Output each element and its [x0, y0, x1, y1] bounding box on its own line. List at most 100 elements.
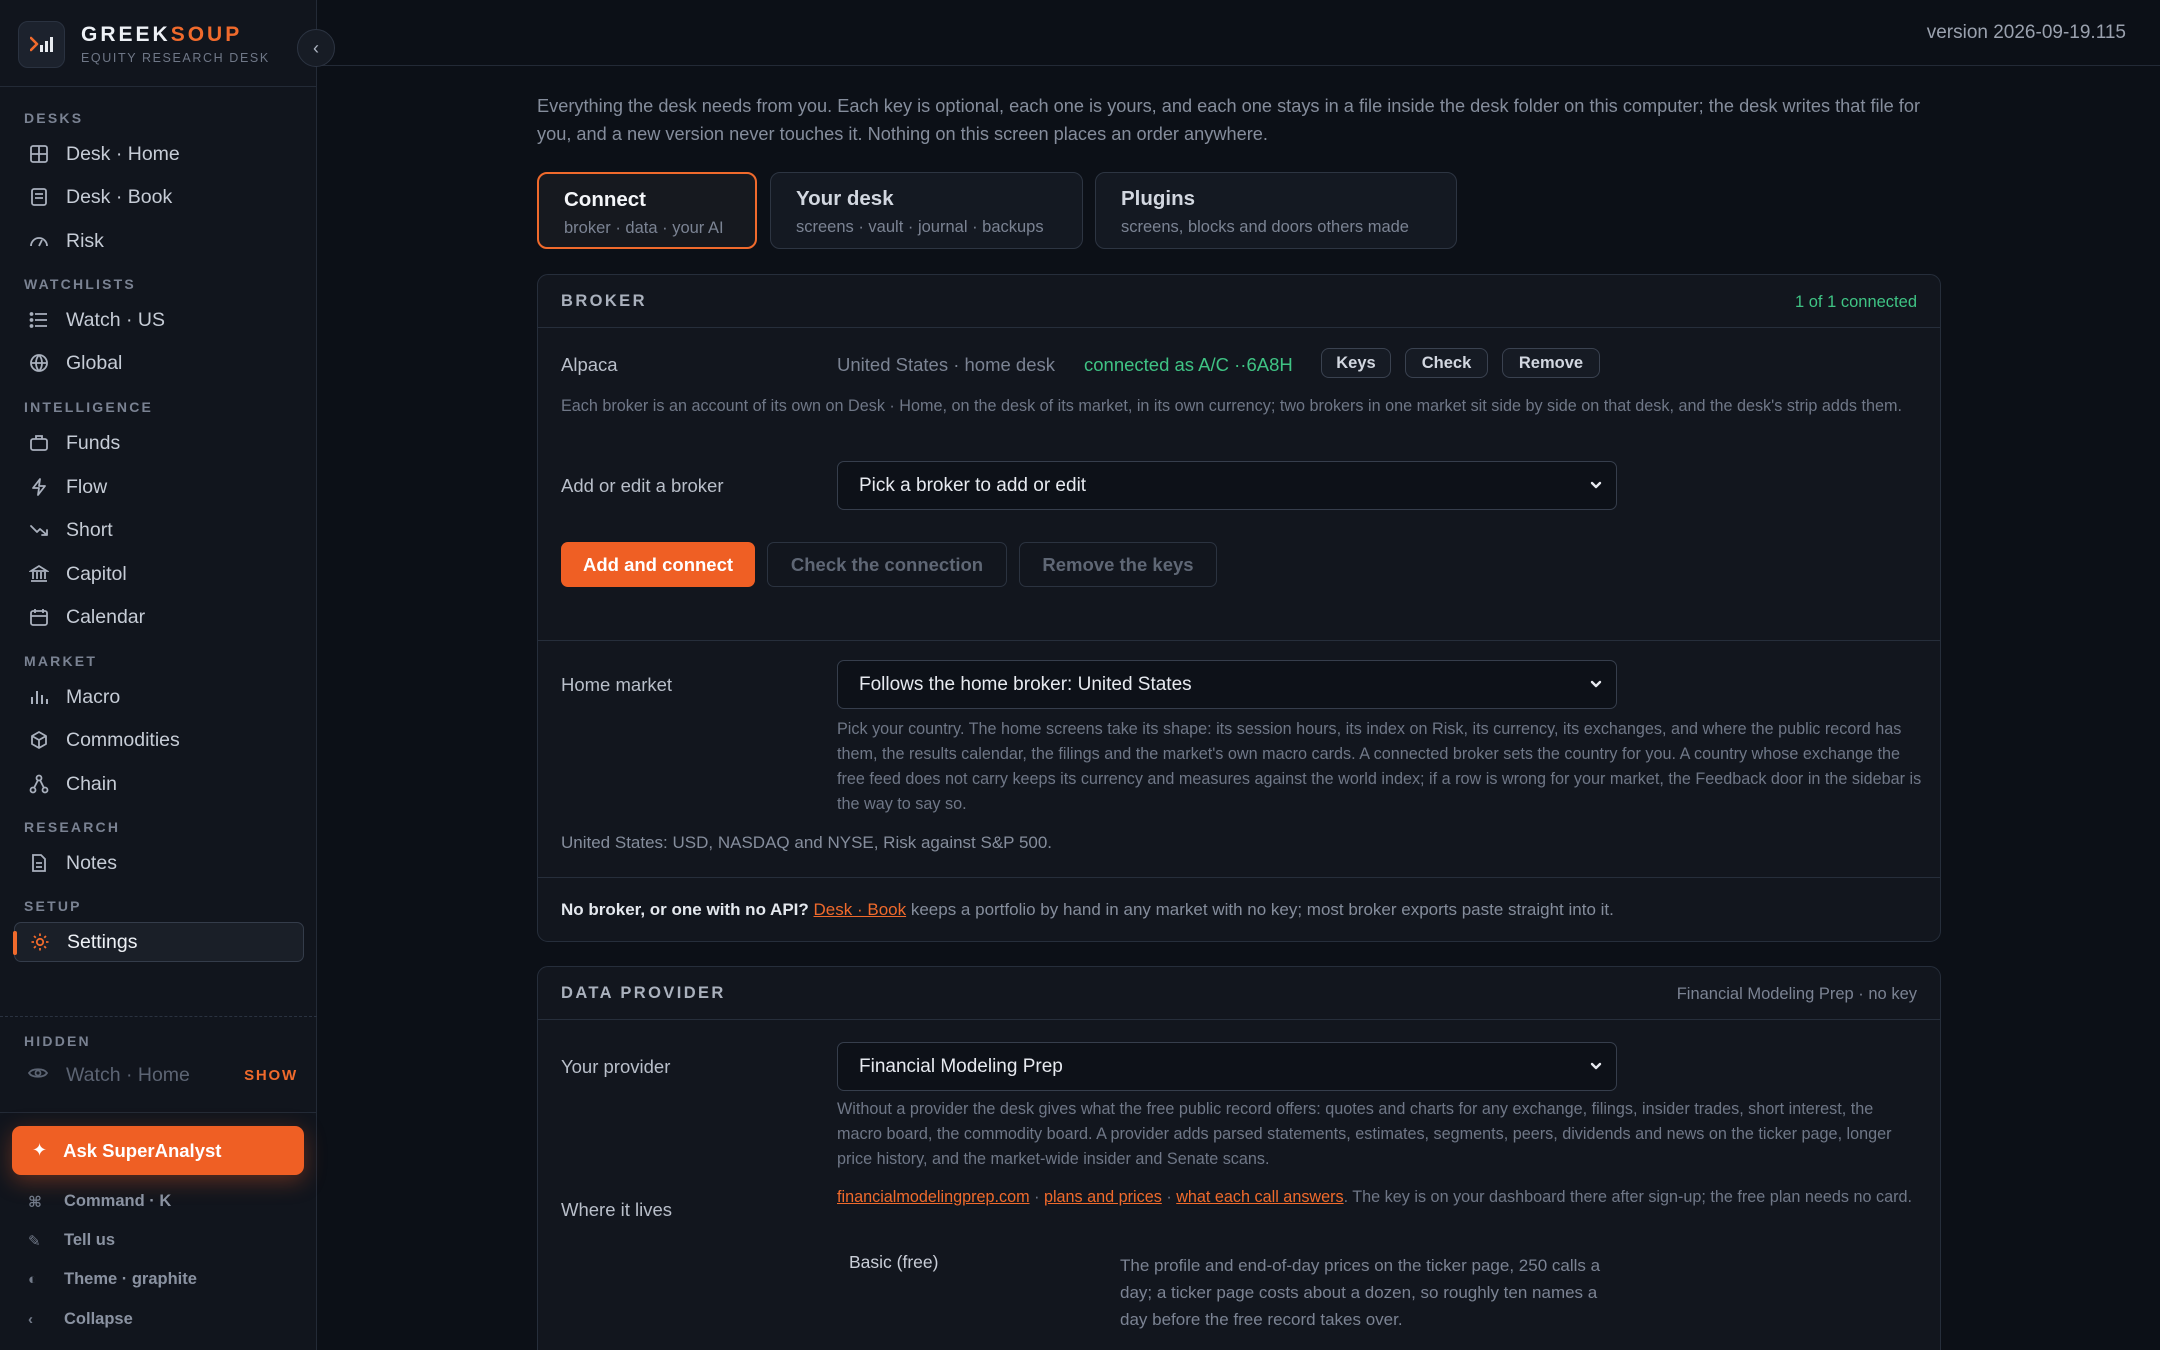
divider	[0, 1112, 317, 1113]
tab-subtitle: screens · vault · journal · backups	[796, 218, 1044, 236]
divider	[0, 1016, 317, 1017]
chevron-down-icon	[1590, 481, 1602, 489]
nav-notes[interactable]: Notes	[14, 843, 304, 883]
where-rest: . The key is on your dashboard there aft…	[1343, 1188, 1913, 1206]
provider-label: Your provider	[561, 1056, 671, 1077]
nav-calendar[interactable]: Calendar	[14, 597, 304, 637]
sidebar-collapse-toggle[interactable]: ‹	[297, 29, 335, 67]
where-label: Where it lives	[561, 1199, 673, 1220]
tell-us-button[interactable]: ✎ Tell us	[28, 1231, 115, 1250]
ask-label: Ask SuperAnalyst	[63, 1139, 222, 1161]
remove-button[interactable]: Remove	[1502, 348, 1600, 378]
status-badge: Financial Modeling Prep · no key	[1676, 985, 1917, 1003]
book-icon	[28, 186, 50, 208]
nav-desk-book[interactable]: Desk · Book	[14, 177, 304, 217]
keys-button[interactable]: Keys	[1321, 348, 1391, 378]
plans-link[interactable]: plans and prices	[1044, 1188, 1162, 1206]
briefcase-icon	[28, 432, 50, 454]
list-icon	[28, 309, 50, 331]
broker-note: Each broker is an account of its own on …	[561, 397, 1902, 415]
grid-icon	[28, 143, 50, 165]
nav-macro[interactable]: Macro	[14, 677, 304, 717]
broker-card: BROKER 1 of 1 connected Alpaca United St…	[537, 274, 1941, 942]
plan-name: Basic (free)	[849, 1252, 939, 1272]
collapse-button[interactable]: ‹ Collapse	[28, 1310, 133, 1329]
card-title: DATA PROVIDER	[561, 984, 726, 1002]
nav-flow[interactable]: Flow	[14, 467, 304, 507]
hidden-watch-home: Watch · Home SHOW	[27, 1064, 298, 1087]
contrast-icon: ◐	[28, 1271, 38, 1288]
provider-note: Without a provider the desk gives what t…	[837, 1100, 1892, 1168]
ask-superanalyst-button[interactable]: ✦ Ask SuperAnalyst	[12, 1126, 304, 1175]
nav-label: Chain	[66, 772, 117, 795]
theme-label: Theme · graphite	[64, 1270, 197, 1288]
broker-region: United States · home desk	[837, 354, 1055, 375]
nav-label: Notes	[66, 851, 117, 874]
fmp-site-link[interactable]: financialmodelingprep.com	[837, 1188, 1030, 1206]
provider-select[interactable]: Financial Modeling Prep	[837, 1042, 1617, 1091]
nav-short[interactable]: Short	[14, 510, 304, 550]
nav-settings[interactable]: Settings	[13, 922, 304, 962]
tab-your-desk[interactable]: Your desk screens · vault · journal · ba…	[770, 172, 1083, 249]
nav-label: Global	[66, 351, 123, 374]
section-intelligence: INTELLIGENCE	[24, 399, 154, 415]
nav-label: Flow	[66, 475, 108, 498]
brand-name: GREEKSOUP	[81, 23, 243, 46]
network-icon	[28, 773, 50, 795]
status-badge: 1 of 1 connected	[1794, 293, 1917, 311]
tab-subtitle: screens, blocks and doors others made	[1121, 218, 1409, 236]
divider	[538, 877, 1940, 878]
theme-button[interactable]: ◐ Theme · graphite	[28, 1270, 197, 1289]
no-broker-rest: keeps a portfolio by hand in any market …	[910, 900, 1614, 919]
section-setup: SETUP	[24, 898, 82, 914]
tell-us-label: Tell us	[64, 1231, 116, 1249]
calls-link[interactable]: what each call answers	[1176, 1188, 1343, 1206]
divider	[0, 86, 317, 87]
card-header: BROKER 1 of 1 connected	[538, 275, 1940, 328]
nav-label: Commodities	[66, 728, 180, 751]
home-market-select[interactable]: Follows the home broker: United States	[837, 660, 1617, 709]
nav-desk-home[interactable]: Desk · Home	[14, 134, 304, 174]
desk-book-link[interactable]: Desk · Book	[814, 900, 907, 919]
show-button[interactable]: SHOW	[244, 1067, 298, 1084]
broker-select[interactable]: Pick a broker to add or edit	[837, 461, 1617, 510]
card-header: DATA PROVIDER Financial Modeling Prep · …	[538, 967, 1940, 1020]
tab-plugins[interactable]: Plugins screens, blocks and doors others…	[1095, 172, 1457, 249]
brand[interactable]: GREEKSOUP EQUITY RESEARCH DESK	[18, 20, 270, 68]
nav-label: Funds	[66, 431, 121, 454]
nav-chain[interactable]: Chain	[14, 764, 304, 804]
brand-subtitle: EQUITY RESEARCH DESK	[81, 51, 270, 65]
separator: ·	[1166, 1188, 1172, 1206]
tab-connect[interactable]: Connect broker · data · your AI	[537, 172, 757, 249]
plan-description: The profile and end-of-day prices on the…	[1120, 1256, 1601, 1329]
nav-commodities[interactable]: Commodities	[14, 720, 304, 760]
tab-title: Plugins	[1121, 187, 1196, 210]
command-palette-button[interactable]: ⌘ Command · K	[28, 1192, 171, 1211]
bolt-icon	[28, 476, 50, 498]
bar-chart-icon	[28, 686, 50, 708]
pencil-icon: ✎	[28, 1232, 41, 1250]
add-and-connect-button[interactable]: Add and connect	[561, 542, 755, 587]
chevron-left-icon: ‹	[28, 1311, 33, 1328]
nav-label: Desk · Book	[66, 185, 173, 208]
nav-capitol[interactable]: Capitol	[14, 554, 304, 594]
tab-subtitle: broker · data · your AI	[564, 219, 724, 237]
remove-keys-button[interactable]: Remove the keys	[1019, 542, 1217, 587]
nav-label: Settings	[67, 930, 138, 953]
separator: ·	[1034, 1188, 1040, 1206]
chevron-left-icon: ‹	[313, 37, 319, 58]
tab-title: Connect	[564, 188, 646, 211]
nav-funds[interactable]: Funds	[14, 423, 304, 463]
logo-icon	[18, 20, 65, 68]
check-button[interactable]: Check	[1405, 348, 1488, 378]
broker-connected-status: connected as A/C ··6A8H	[1084, 354, 1293, 375]
check-connection-button[interactable]: Check the connection	[767, 542, 1007, 587]
nav-global[interactable]: Global	[14, 343, 304, 383]
divider	[538, 640, 1940, 641]
section-desks: DESKS	[24, 110, 84, 126]
nav-watch-us[interactable]: Watch · US	[14, 300, 304, 340]
chevron-down-icon	[1590, 680, 1602, 688]
no-broker-bold: No broker, or one with no API?	[561, 900, 809, 919]
nav-risk[interactable]: Risk	[14, 221, 304, 261]
collapse-label: Collapse	[64, 1310, 133, 1328]
